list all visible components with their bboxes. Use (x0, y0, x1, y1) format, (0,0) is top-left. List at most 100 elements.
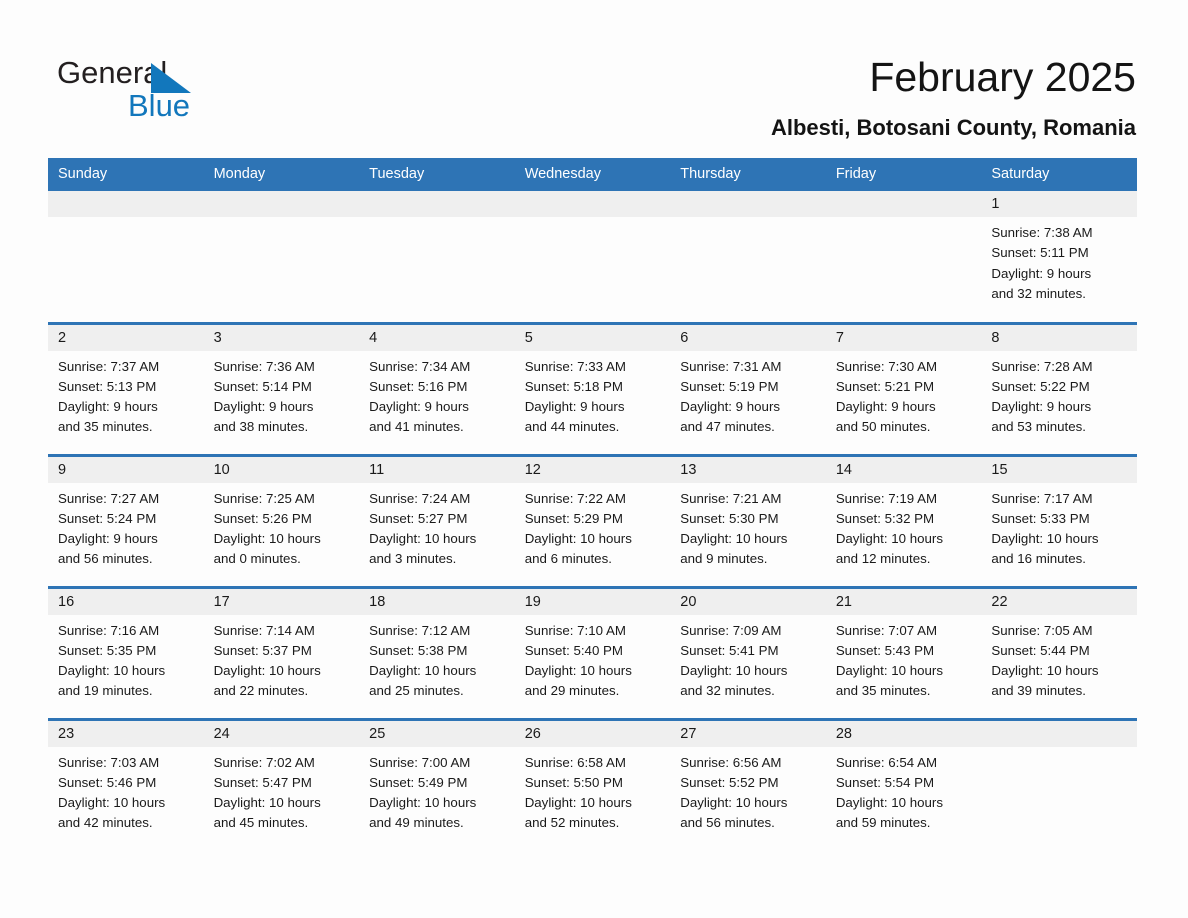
sunset-text: Sunset: 5:44 PM (991, 642, 1090, 658)
daylight-text-line1: Daylight: 10 hours (369, 531, 477, 547)
calendar-week-row: 16 Sunrise: 7:16 AM Sunset: 5:35 PM Dayl… (48, 585, 1137, 719)
calendar-day-cell[interactable]: 9 Sunrise: 7:27 AM Sunset: 5:24 PM Dayli… (48, 453, 204, 587)
calendar-day-cell[interactable]: 2 Sunrise: 7:37 AM Sunset: 5:13 PM Dayli… (48, 321, 204, 455)
calendar-day-cell[interactable]: 5 Sunrise: 7:33 AM Sunset: 5:18 PM Dayli… (514, 321, 671, 455)
sunrise-text: Sunrise: 7:31 AM (680, 358, 782, 374)
day-details (826, 217, 982, 223)
daylight-text-line2: and 56 minutes. (680, 815, 775, 831)
day-number: 4 (359, 324, 515, 351)
day-number: 8 (981, 324, 1137, 351)
day-number: 27 (670, 720, 826, 747)
calendar-week-row: 2 Sunrise: 7:37 AM Sunset: 5:13 PM Dayli… (48, 321, 1137, 455)
sunrise-text: Sunrise: 7:07 AM (835, 622, 938, 638)
sunrise-text: Sunrise: 6:54 AM (835, 754, 938, 770)
sunset-text: Sunset: 5:13 PM (58, 378, 157, 394)
day-number: 18 (359, 588, 515, 615)
daylight-text-line2: and 29 minutes. (524, 683, 620, 699)
calendar-day-cell[interactable]: 21 Sunrise: 7:07 AM Sunset: 5:43 PM Dayl… (825, 585, 982, 719)
sunset-text: Sunset: 5:47 PM (213, 774, 312, 790)
weekday-header-wednesday: Wednesday (514, 158, 671, 191)
calendar-day-cell[interactable]: 14 Sunrise: 7:19 AM Sunset: 5:32 PM Dayl… (825, 453, 982, 587)
calendar-day-cell[interactable]: 6 Sunrise: 7:31 AM Sunset: 5:19 PM Dayli… (670, 321, 826, 455)
daylight-text-line2: and 6 minutes. (524, 551, 612, 567)
daylight-text-line1: Daylight: 9 hours (991, 265, 1092, 281)
sunset-text: Sunset: 5:22 PM (991, 378, 1090, 394)
day-number: 24 (203, 720, 360, 747)
sunrise-text: Sunrise: 7:02 AM (213, 754, 315, 770)
day-number: 6 (670, 324, 826, 351)
calendar-day-cell[interactable] (48, 191, 204, 323)
calendar-day-cell[interactable] (514, 191, 671, 323)
daylight-text-line2: and 41 minutes. (369, 419, 464, 435)
daylight-text-line1: Daylight: 10 hours (524, 795, 632, 811)
sunrise-text: Sunrise: 7:34 AM (369, 358, 471, 374)
day-number: 2 (48, 324, 204, 351)
logo-text-blue: Blue (128, 88, 191, 123)
calendar-day-cell[interactable]: 15 Sunrise: 7:17 AM Sunset: 5:33 PM Dayl… (981, 453, 1137, 587)
calendar-day-cell[interactable]: 16 Sunrise: 7:16 AM Sunset: 5:35 PM Dayl… (48, 585, 204, 719)
day-details: Sunrise: 7:33 AM Sunset: 5:18 PM Dayligh… (515, 351, 671, 438)
day-details: Sunrise: 7:38 AM Sunset: 5:11 PM Dayligh… (981, 217, 1137, 304)
day-number (514, 191, 671, 217)
day-details: Sunrise: 7:22 AM Sunset: 5:29 PM Dayligh… (515, 483, 671, 570)
daylight-text-line2: and 49 minutes. (369, 815, 464, 831)
sunrise-text: Sunrise: 7:22 AM (524, 490, 626, 506)
calendar-week-row: 9 Sunrise: 7:27 AM Sunset: 5:24 PM Dayli… (48, 453, 1137, 587)
calendar-day-cell[interactable] (981, 717, 1137, 851)
daylight-text-line1: Daylight: 10 hours (58, 795, 166, 811)
sunrise-text: Sunrise: 7:28 AM (991, 358, 1093, 374)
daylight-text-line1: Daylight: 10 hours (991, 531, 1099, 547)
weekday-header-monday: Monday (203, 158, 360, 191)
calendar-day-cell[interactable]: 7 Sunrise: 7:30 AM Sunset: 5:21 PM Dayli… (825, 321, 982, 455)
day-details: Sunrise: 7:02 AM Sunset: 5:47 PM Dayligh… (204, 747, 360, 834)
day-details: Sunrise: 7:37 AM Sunset: 5:13 PM Dayligh… (48, 351, 204, 438)
day-details: Sunrise: 7:07 AM Sunset: 5:43 PM Dayligh… (826, 615, 982, 702)
daylight-text-line1: Daylight: 10 hours (58, 663, 166, 679)
day-details (670, 217, 826, 223)
day-details: Sunrise: 7:28 AM Sunset: 5:22 PM Dayligh… (981, 351, 1137, 438)
calendar-day-cell[interactable]: 1 Sunrise: 7:38 AM Sunset: 5:11 PM Dayli… (981, 191, 1137, 323)
calendar-day-cell[interactable]: 18 Sunrise: 7:12 AM Sunset: 5:38 PM Dayl… (359, 585, 515, 719)
day-details: Sunrise: 7:17 AM Sunset: 5:33 PM Dayligh… (981, 483, 1137, 570)
day-details: Sunrise: 7:05 AM Sunset: 5:44 PM Dayligh… (981, 615, 1137, 702)
calendar-day-cell[interactable]: 4 Sunrise: 7:34 AM Sunset: 5:16 PM Dayli… (359, 321, 515, 455)
general-blue-logo[interactable]: General Blue (57, 55, 357, 125)
daylight-text-line2: and 32 minutes. (991, 285, 1086, 301)
calendar-day-cell[interactable]: 12 Sunrise: 7:22 AM Sunset: 5:29 PM Dayl… (514, 453, 671, 587)
calendar-day-cell[interactable] (359, 191, 515, 323)
sunrise-text: Sunrise: 7:37 AM (58, 358, 160, 374)
day-details: Sunrise: 7:24 AM Sunset: 5:27 PM Dayligh… (359, 483, 515, 570)
day-details: Sunrise: 7:34 AM Sunset: 5:16 PM Dayligh… (359, 351, 515, 438)
calendar-day-cell[interactable]: 25 Sunrise: 7:00 AM Sunset: 5:49 PM Dayl… (359, 717, 515, 851)
calendar-day-cell[interactable]: 3 Sunrise: 7:36 AM Sunset: 5:14 PM Dayli… (203, 321, 360, 455)
calendar-day-cell[interactable]: 17 Sunrise: 7:14 AM Sunset: 5:37 PM Dayl… (203, 585, 360, 719)
day-details: Sunrise: 7:00 AM Sunset: 5:49 PM Dayligh… (359, 747, 515, 834)
calendar-day-cell[interactable] (203, 191, 360, 323)
daylight-text-line2: and 39 minutes. (991, 683, 1086, 699)
daylight-text-line1: Daylight: 9 hours (369, 399, 469, 415)
calendar-day-cell[interactable]: 24 Sunrise: 7:02 AM Sunset: 5:47 PM Dayl… (203, 717, 360, 851)
day-number: 19 (514, 588, 671, 615)
day-number: 21 (825, 588, 982, 615)
day-number: 11 (359, 456, 515, 483)
sunset-text: Sunset: 5:33 PM (991, 510, 1090, 526)
day-details (515, 217, 671, 223)
calendar-day-cell[interactable]: 10 Sunrise: 7:25 AM Sunset: 5:26 PM Dayl… (203, 453, 360, 587)
calendar-day-cell[interactable]: 23 Sunrise: 7:03 AM Sunset: 5:46 PM Dayl… (48, 717, 204, 851)
calendar-day-cell[interactable]: 22 Sunrise: 7:05 AM Sunset: 5:44 PM Dayl… (981, 585, 1137, 719)
calendar-day-cell[interactable]: 28 Sunrise: 6:54 AM Sunset: 5:54 PM Dayl… (825, 717, 982, 851)
calendar-day-cell[interactable] (670, 191, 826, 323)
calendar-day-cell[interactable]: 26 Sunrise: 6:58 AM Sunset: 5:50 PM Dayl… (514, 717, 671, 851)
calendar-day-cell[interactable]: 19 Sunrise: 7:10 AM Sunset: 5:40 PM Dayl… (514, 585, 671, 719)
day-number (48, 191, 204, 217)
day-number: 28 (825, 720, 982, 747)
daylight-text-line2: and 22 minutes. (213, 683, 309, 699)
calendar-day-cell[interactable]: 13 Sunrise: 7:21 AM Sunset: 5:30 PM Dayl… (670, 453, 826, 587)
calendar-day-cell[interactable]: 11 Sunrise: 7:24 AM Sunset: 5:27 PM Dayl… (359, 453, 515, 587)
calendar-day-cell[interactable]: 20 Sunrise: 7:09 AM Sunset: 5:41 PM Dayl… (670, 585, 826, 719)
day-number: 15 (981, 456, 1137, 483)
calendar-day-cell[interactable] (825, 191, 982, 323)
day-details: Sunrise: 6:56 AM Sunset: 5:52 PM Dayligh… (670, 747, 826, 834)
calendar-day-cell[interactable]: 27 Sunrise: 6:56 AM Sunset: 5:52 PM Dayl… (670, 717, 826, 851)
calendar-day-cell[interactable]: 8 Sunrise: 7:28 AM Sunset: 5:22 PM Dayli… (981, 321, 1137, 455)
